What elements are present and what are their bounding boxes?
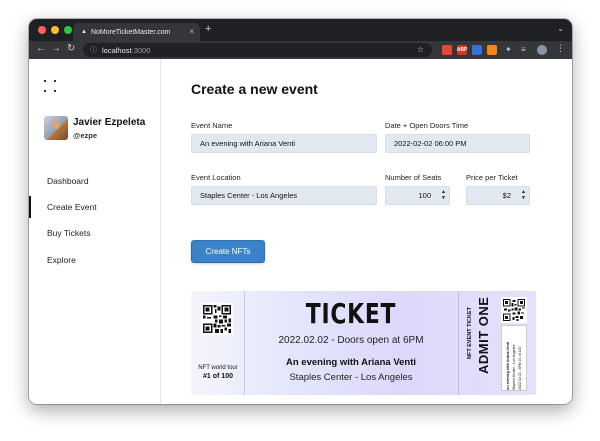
- active-nav-indicator: [29, 196, 31, 218]
- browser-menu-icon[interactable]: ⋮: [556, 43, 565, 54]
- reload-button[interactable]: ↻: [67, 43, 75, 54]
- ticket-title: TICKET: [305, 297, 397, 330]
- browser-toolbar: ← → ↻ ⓘ localhost:3000 ☆ ABP ✦ ≡ ⋮: [29, 41, 572, 59]
- ticket-vertical-label: NFT EVENT TICKET: [467, 307, 473, 359]
- extensions-puzzle-icon[interactable]: ✦: [505, 45, 512, 54]
- page-title: Create a new event: [191, 81, 318, 97]
- ticket-right-stub: An evening with Ariana Venti Staples Cen…: [501, 325, 527, 391]
- ticket-event-name: An evening with Ariana Venti: [285, 357, 417, 368]
- app-page: Javier Ezpeleta @ezpe Dashboard Create E…: [29, 59, 572, 404]
- right-stub-event: An evening with Ariana Venti: [506, 342, 510, 390]
- app-logo-icon[interactable]: [44, 80, 56, 92]
- address-bar[interactable]: ⓘ localhost:3000 ☆: [83, 43, 432, 57]
- tab-title: NoMoreTicketMaster.com: [90, 28, 171, 36]
- price-stepper[interactable]: ▲ ▼: [521, 189, 526, 201]
- ticket-stub-tour: NFT world tour: [198, 365, 238, 371]
- adblock-icon[interactable]: ABP: [457, 45, 467, 55]
- seats-value: 100: [418, 191, 431, 200]
- sidebar-item-buy-tickets[interactable]: Buy Tickets: [47, 228, 90, 238]
- browser-tab[interactable]: ▲ NoMoreTicketMaster.com ×: [73, 23, 200, 41]
- event-name-label: Event Name: [191, 121, 233, 130]
- minimize-window-button[interactable]: [51, 26, 59, 34]
- stepper-down-icon[interactable]: ▼: [521, 195, 526, 201]
- sidebar: Javier Ezpeleta @ezpe Dashboard Create E…: [29, 59, 161, 404]
- right-stub-date: 2022.02.02 - 6PM #1 of 100: [518, 346, 522, 390]
- browser-window: ▲ NoMoreTicketMaster.com × + ⌄ ← → ↻ ⓘ l…: [29, 19, 572, 404]
- new-tab-button[interactable]: +: [205, 23, 211, 35]
- location-label: Event Location: [191, 173, 241, 182]
- ticket-location: Staples Center - Los Angeles: [289, 372, 413, 383]
- seats-input[interactable]: 100 ▲ ▼: [385, 186, 450, 205]
- metamask-icon[interactable]: [487, 45, 497, 55]
- ticket-divider: [458, 291, 459, 395]
- stepper-down-icon[interactable]: ▼: [441, 195, 446, 201]
- extension-blue-icon[interactable]: [472, 45, 482, 55]
- create-nfts-button[interactable]: Create NFTs: [191, 240, 265, 263]
- reading-list-icon[interactable]: ≡: [521, 45, 526, 54]
- close-window-button[interactable]: [38, 26, 46, 34]
- location-input[interactable]: Staples Center - Los Angeles: [191, 186, 377, 205]
- tab-search-button[interactable]: ⌄: [557, 24, 564, 33]
- tab-close-icon[interactable]: ×: [189, 27, 194, 36]
- ticket-date-line: 2022.02.02 - Doors open at 6PM: [278, 335, 424, 346]
- favicon-icon: ▲: [81, 29, 87, 35]
- ticket-preview: NFT world tour #1 of 100 TICKET 2022.02.…: [191, 291, 536, 395]
- tab-bar: ▲ NoMoreTicketMaster.com × + ⌄: [29, 19, 572, 41]
- bookmark-star-icon[interactable]: ☆: [417, 45, 424, 54]
- info-icon[interactable]: ⓘ: [90, 45, 97, 55]
- price-label: Price per Ticket: [466, 173, 518, 182]
- window-controls: [38, 26, 72, 34]
- sidebar-item-explore[interactable]: Explore: [47, 255, 76, 265]
- qr-code-icon: [201, 303, 233, 335]
- profile-avatar-icon[interactable]: [537, 45, 547, 55]
- date-time-input[interactable]: 2022-02-02 06:00 PM: [385, 134, 530, 153]
- price-value: $2: [502, 191, 511, 200]
- ticket-stub-number: #1 of 100: [203, 373, 233, 380]
- date-label: Date + Open Doors Time: [385, 121, 469, 130]
- sidebar-item-create-event[interactable]: Create Event: [47, 202, 97, 212]
- user-handle: @ezpe: [73, 131, 97, 140]
- forward-button[interactable]: →: [51, 43, 61, 54]
- qr-code-icon: [501, 297, 527, 323]
- ticket-admit-one: ADMIT ONE: [476, 296, 491, 374]
- seats-label: Number of Seats: [385, 173, 442, 182]
- user-name: Javier Ezpeleta: [73, 117, 146, 128]
- main-content: Create a new event Event Name An evening…: [191, 59, 572, 404]
- seats-stepper[interactable]: ▲ ▼: [441, 189, 446, 201]
- back-button[interactable]: ←: [36, 43, 46, 54]
- extension-red-icon[interactable]: [442, 45, 452, 55]
- url-port: :3000: [131, 45, 151, 55]
- url-host: localhost: [102, 45, 132, 55]
- sidebar-item-dashboard[interactable]: Dashboard: [47, 176, 89, 186]
- avatar: [44, 116, 68, 140]
- maximize-window-button[interactable]: [64, 26, 72, 34]
- right-stub-location: Staples Center - Los Angeles: [512, 344, 516, 390]
- event-name-input[interactable]: An evening with Ariana Venti: [191, 134, 377, 153]
- price-input[interactable]: $2 ▲ ▼: [466, 186, 530, 205]
